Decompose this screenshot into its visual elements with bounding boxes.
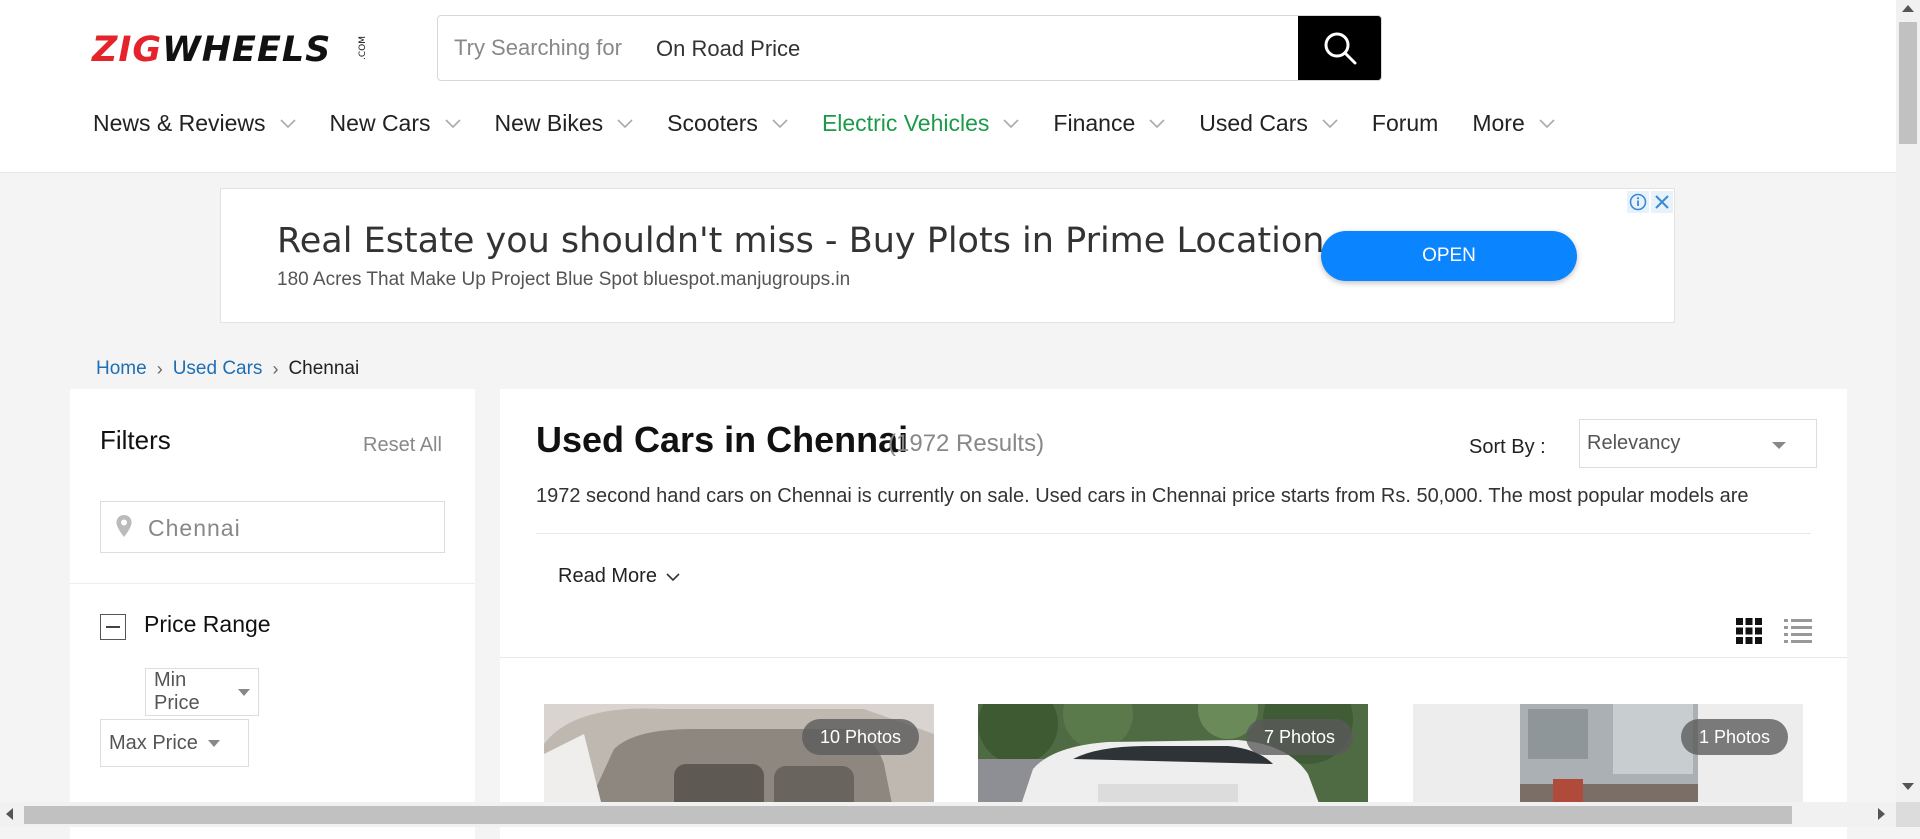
chevron-down-icon [444,118,461,128]
results-description: 1972 second hand cars on Chennai is curr… [536,485,1749,507]
breadcrumb-home[interactable]: Home [96,358,147,380]
nav-label: New Cars [329,110,431,136]
scroll-left-arrow-icon[interactable] [6,808,13,820]
chevron-down-icon [617,118,633,128]
chevron-down-icon [1003,118,1019,128]
scrollbar-corner [1896,802,1920,827]
nav-finance[interactable]: Finance [1053,110,1165,137]
divider [70,583,475,584]
scroll-right-arrow-icon[interactable] [1878,808,1885,820]
scroll-down-arrow-icon[interactable] [1902,783,1914,790]
ad-info-icon[interactable] [1627,191,1649,213]
caret-down-icon [238,688,250,696]
breadcrumb-used-cars[interactable]: Used Cars [173,358,263,380]
nav-label: Finance [1053,110,1136,136]
filters-title: Filters [100,425,171,455]
car-listing-card[interactable]: 10 Photos [544,704,934,814]
chevron-down-icon [279,118,296,128]
results-count: (1972 Results) [888,430,1045,457]
sort-select[interactable]: Relevancy [1579,419,1817,468]
chevron-down-icon [1149,118,1165,128]
read-more-button[interactable]: Read More [558,565,680,588]
main-nav: News & Reviews New Cars New Bikes Scoote… [93,110,1589,137]
nav-label: New Bikes [494,110,604,136]
ad-title: Real Estate you shouldn't miss - Buy Plo… [277,221,1325,261]
zigwheels-logo[interactable]: ZIGWHEELS .COM [92,30,368,70]
chevron-down-icon [1539,118,1555,128]
city-input[interactable]: Chennai [100,501,445,553]
car-listing-card[interactable]: 7 Photos [978,704,1368,814]
price-range-label: Price Range [144,611,271,637]
nav-label: Used Cars [1199,110,1308,136]
nav-used-cars[interactable]: Used Cars [1199,110,1338,137]
grid-view-icon[interactable] [1736,618,1762,644]
search-button[interactable] [1298,16,1381,80]
chevron-right-icon: › [156,358,163,379]
breadcrumb: Home › Used Cars › Chennai [96,358,359,380]
ad-banner[interactable]: Real Estate you shouldn't miss - Buy Plo… [220,188,1675,323]
search-placeholder: Try Searching for [454,35,622,60]
nav-label: More [1472,110,1525,136]
list-view-icon[interactable] [1784,618,1812,644]
chevron-down-icon [666,572,680,581]
nav-label: Forum [1371,110,1439,136]
chevron-down-icon [772,118,788,128]
breadcrumb-current: Chennai [288,358,360,379]
city-value: Chennai [148,515,241,541]
photos-badge: 10 Photos [801,719,919,755]
nav-more[interactable]: More [1472,110,1555,137]
nav-electric-vehicles[interactable]: Electric Vehicles [822,110,1019,137]
min-price-label: Min Price [154,669,200,714]
chevron-right-icon: › [272,358,279,379]
max-price-label: Max Price [109,731,198,754]
logo-text-zig: ZIG [92,30,163,70]
ad-subtitle: 180 Acres That Make Up Project Blue Spot… [277,269,851,290]
location-pin-icon [116,515,132,537]
photos-badge: 1 Photos [1680,719,1788,755]
divider [500,657,1847,658]
logo-text-wheels: WHEELS [162,30,332,70]
nav-new-bikes[interactable]: New Bikes [495,110,634,137]
page-title: Used Cars in Chennai [536,419,909,460]
photos-badge: 7 Photos [1245,719,1353,755]
min-price-select[interactable]: Min Price [145,668,259,716]
max-price-select[interactable]: Max Price [100,719,249,767]
reset-all-link[interactable]: Reset All [363,434,442,457]
search-input[interactable]: On Road Price [656,36,800,62]
logo-text-com: .COM [358,36,368,60]
nav-new-cars[interactable]: New Cars [330,110,461,137]
chevron-down-icon [1322,118,1338,128]
nav-label: Electric Vehicles [821,110,990,136]
caret-down-icon [207,739,220,747]
nav-forum[interactable]: Forum [1372,110,1438,137]
ad-close-icon[interactable] [1651,191,1673,213]
price-range-collapse-toggle[interactable] [100,614,126,640]
sort-by-label: Sort By : [1469,436,1546,458]
sort-value: Relevancy [1587,432,1681,454]
read-more-label: Read More [558,565,657,587]
scroll-up-arrow-icon[interactable] [1902,5,1914,12]
search-bar[interactable]: Try Searching for On Road Price [437,15,1382,81]
filters-panel: Filters Reset All Chennai Price Range Mi… [70,389,475,839]
results-panel: Used Cars in Chennai (1972 Results) Sort… [500,389,1847,839]
site-header: ZIGWHEELS .COM Try Searching for On Road… [0,0,1896,173]
nav-news-reviews[interactable]: News & Reviews [93,110,296,137]
divider [536,533,1811,534]
search-icon [1324,32,1356,65]
nav-label: News & Reviews [93,110,266,136]
caret-down-icon [1772,442,1786,449]
nav-label: Scooters [667,110,758,136]
nav-scooters[interactable]: Scooters [667,110,788,137]
car-listing-card[interactable]: 1 Photos [1413,704,1803,814]
vertical-scroll-thumb[interactable] [1899,22,1917,144]
ad-open-button[interactable]: OPEN [1321,231,1577,281]
horizontal-scroll-thumb[interactable] [24,806,1792,824]
